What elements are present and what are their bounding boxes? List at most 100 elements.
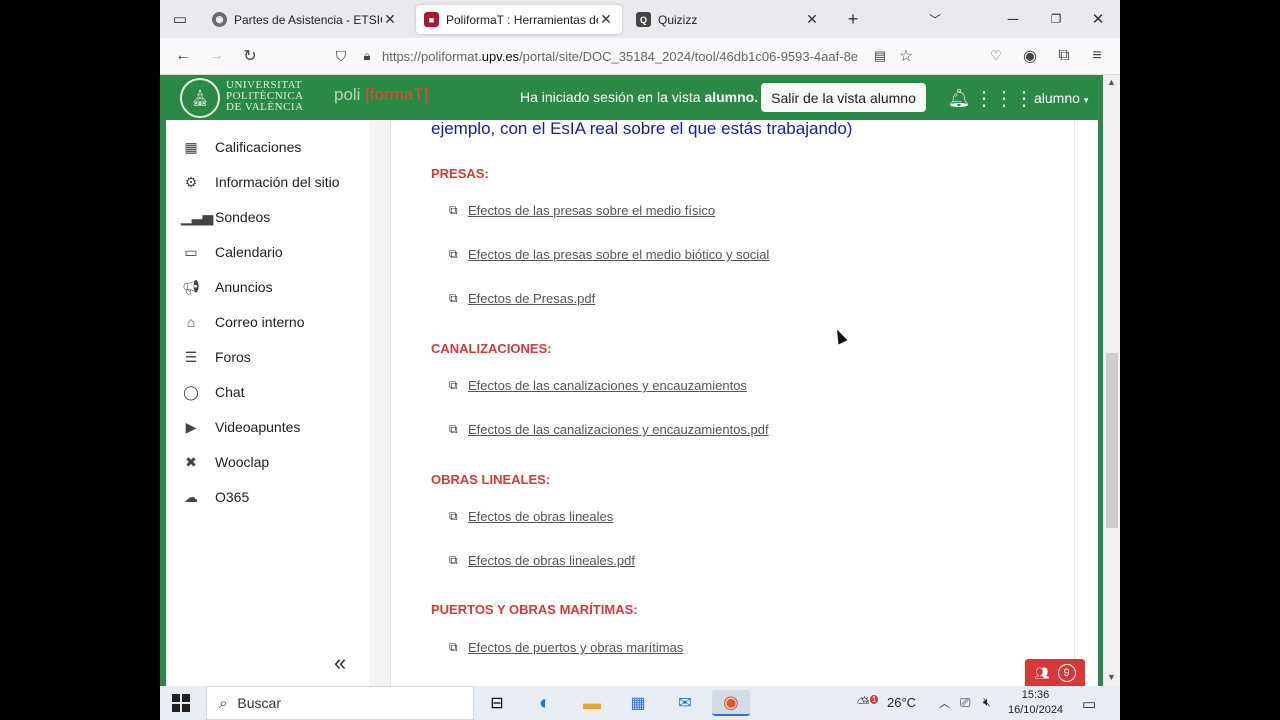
edge-icon[interactable]: ◐ [526, 690, 564, 716]
main-content: ejemplo, con el EsIA real sobre el que e… [390, 119, 1075, 686]
upv-logo-text[interactable]: UNIVERSITAT POLITÈCNICA DE VALÈNCIA [226, 80, 304, 113]
site-header: ⛪︎ UNIVERSITAT POLITÈCNICA DE VALÈNCIA p… [160, 75, 1100, 120]
restore-icon[interactable]: ❐ [1045, 8, 1067, 30]
tab-partes-asistencia[interactable]: ◉ Partes de Asistencia - ETSICCP ✕ [204, 5, 406, 34]
mail-icon[interactable]: ✉ [666, 690, 704, 716]
sidebar-item-informacion[interactable]: ⚙ Información del sitio [181, 170, 340, 194]
external-link-icon: ⧉ [449, 291, 458, 305]
link-canalizaciones-pdf[interactable]: ⧉ Efectos de las canalizaciones y encauza… [449, 422, 769, 437]
sidebar-item-label: Calendario [215, 244, 283, 260]
chevron-down-icon[interactable]: ﹀ [924, 8, 946, 30]
bell-icon[interactable]: 🔔︎ [948, 87, 971, 109]
tab-title: Quizizz [658, 12, 698, 27]
sidebar-item-correo[interactable]: ⌂ Correo interno [181, 310, 305, 334]
page-scrollbar[interactable]: ▲ ▼ [1103, 75, 1120, 686]
close-tab-icon[interactable]: ✕ [382, 11, 398, 28]
link-text: Efectos de obras lineales [468, 509, 614, 524]
chevron-up-icon[interactable]: ︿ [939, 695, 950, 711]
collapse-sidebar-button[interactable]: « [334, 650, 346, 676]
sidebar-item-calificaciones[interactable]: ▦ Calificaciones [181, 135, 301, 159]
close-window-icon[interactable]: ✕ [1087, 8, 1109, 30]
firefox-icon[interactable]: ◉ [712, 690, 750, 716]
extensions-icon[interactable]: ⧉ [1053, 45, 1075, 67]
apps-grid-icon[interactable]: ⋮⋮⋮ [974, 87, 1034, 110]
session-message: Ha iniciado sesión en la vista alumno. [520, 89, 758, 105]
bookmark-star-icon[interactable]: ☆ [895, 45, 917, 67]
network-icon[interactable]: ⎚ [960, 695, 970, 711]
tab-quizizz[interactable]: Q Quizizz ✕ [628, 5, 828, 34]
search-icon: ⌕ [219, 694, 228, 712]
sidebar-item-label: Correo interno [215, 314, 305, 330]
scrollbar-thumb[interactable] [1106, 353, 1118, 528]
reload-icon[interactable]: ↻ [239, 45, 261, 67]
back-arrow-icon[interactable]: ← [172, 45, 194, 67]
link-presas-pdf[interactable]: ⧉ Efectos de Presas.pdf [449, 291, 595, 306]
session-prefix: Ha iniciado sesión en la vista [520, 89, 701, 105]
upv-favicon-icon: ■ [424, 12, 439, 27]
notifications-icon[interactable]: ▭ [1082, 695, 1096, 713]
sidebar-item-label: Foros [215, 349, 251, 365]
menu-icon[interactable]: ≡ [1086, 45, 1108, 67]
sidebar-item-sondeos[interactable]: ▁▃▅ Sondeos [181, 205, 270, 229]
reader-view-icon[interactable]: ▤ [869, 45, 891, 67]
exit-student-view-button[interactable]: Salir de la vista alumno [761, 83, 926, 112]
sidebar-item-anuncios[interactable]: 📢︎ Anuncios [181, 275, 272, 299]
link-obras-lineales[interactable]: ⧉ Efectos de obras lineales [449, 509, 613, 524]
sidebar-item-o365[interactable]: ☁ O365 [181, 485, 249, 509]
tab-title: Partes de Asistencia - ETSICCP [234, 12, 382, 27]
address-bar[interactable]: https://poliformat.upv.es/portal/site/DO… [382, 49, 866, 64]
new-tab-button[interactable]: + [842, 8, 864, 30]
link-obras-lineales-pdf[interactable]: ⧉ Efectos de obras lineales.pdf [449, 553, 635, 568]
sidebar-item-videoapuntes[interactable]: ▶ Videoapuntes [181, 415, 301, 439]
link-canalizaciones[interactable]: ⧉ Efectos de las canalizaciones y encauza… [449, 378, 747, 393]
sidebar-item-calendario[interactable]: ▭ Calendario [181, 240, 283, 264]
chat-notification-button[interactable]: 👥︎ 9 [1025, 659, 1085, 686]
close-tab-icon[interactable]: ✕ [804, 11, 820, 28]
taskbar-search-box[interactable]: ⌕ Buscar [206, 686, 474, 720]
session-role: alumno. [704, 89, 759, 105]
scroll-down-icon[interactable]: ▼ [1105, 672, 1118, 684]
close-tab-icon[interactable]: ✕ [598, 11, 614, 28]
tab-strip: ▭ ◉ Partes de Asistencia - ETSICCP ✕ ■ P… [160, 0, 1120, 38]
poliformat-logo[interactable]: poli [formaT] [334, 85, 429, 105]
tab-list-icon[interactable]: ▭ [169, 8, 191, 30]
link-puertos[interactable]: ⧉ Efectos de puertos y obras marítimas [449, 640, 683, 655]
globe-favicon-icon: ◉ [212, 12, 227, 27]
chat-icon: ◯ [183, 383, 199, 400]
volume-muted-icon[interactable]: 🔇︎ [983, 695, 991, 710]
account-icon[interactable]: ◉ [1019, 45, 1041, 67]
windows-start-icon[interactable] [172, 694, 190, 712]
quizizz-favicon-icon: Q [636, 12, 651, 27]
file-explorer-icon[interactable]: ▬ [573, 690, 611, 716]
weather-badge: 1 [869, 695, 879, 704]
shield-icon[interactable]: ⛉ [330, 45, 352, 67]
clock[interactable]: 15:36 16/10/2024 [1008, 688, 1063, 718]
link-presas-medio-fisico[interactable]: ⧉ Efectos de las presas sobre el medio fí… [449, 203, 715, 218]
sidebar-item-wooclap[interactable]: ✖ Wooclap [181, 450, 269, 474]
minimize-icon[interactable]: ─ [1002, 8, 1024, 30]
store-icon[interactable]: ▦ [619, 690, 657, 716]
chevron-down-icon: ▾ [1083, 95, 1089, 105]
weather-icon[interactable]: ⛅︎ 1 [857, 695, 879, 713]
link-presas-medio-biotico[interactable]: ⧉ Efectos de las presas sobre el medio bi… [449, 247, 769, 262]
sidebar-item-label: Información del sitio [215, 174, 340, 190]
wooclap-icon: ✖ [185, 453, 197, 470]
upv-seal-icon[interactable]: ⛪︎ [180, 78, 220, 118]
chat-count-badge: 9 [1057, 663, 1076, 682]
lock-icon[interactable]: 🔒︎ [356, 45, 378, 67]
navigation-bar: ← → ↻ ⛉ 🔒︎ https://poliformat.upv.es/por… [160, 38, 1120, 75]
sidebar-item-foros[interactable]: ☰ Foros [181, 345, 251, 369]
weather-temperature[interactable]: 26°C [887, 695, 916, 710]
link-text: Efectos de puertos y obras marítimas [468, 640, 684, 655]
sidebar-item-chat[interactable]: ◯ Chat [181, 380, 244, 404]
task-view-icon[interactable]: ⊟ [478, 690, 516, 716]
user-menu[interactable]: alumno ▾ [1034, 90, 1088, 106]
sidebar-item-label: Sondeos [215, 209, 271, 225]
external-link-icon: ⧉ [449, 203, 458, 217]
tab-poliformat[interactable]: ■ PoliformaT : Herramientas de e ✕ [416, 5, 622, 34]
external-link-icon: ⧉ [449, 553, 458, 567]
forward-arrow-icon[interactable]: → [205, 45, 227, 67]
link-text: Efectos de las canalizaciones y encauzam… [468, 422, 769, 437]
pocket-icon[interactable]: ♡ [985, 45, 1007, 67]
scroll-up-icon[interactable]: ▲ [1105, 77, 1118, 89]
